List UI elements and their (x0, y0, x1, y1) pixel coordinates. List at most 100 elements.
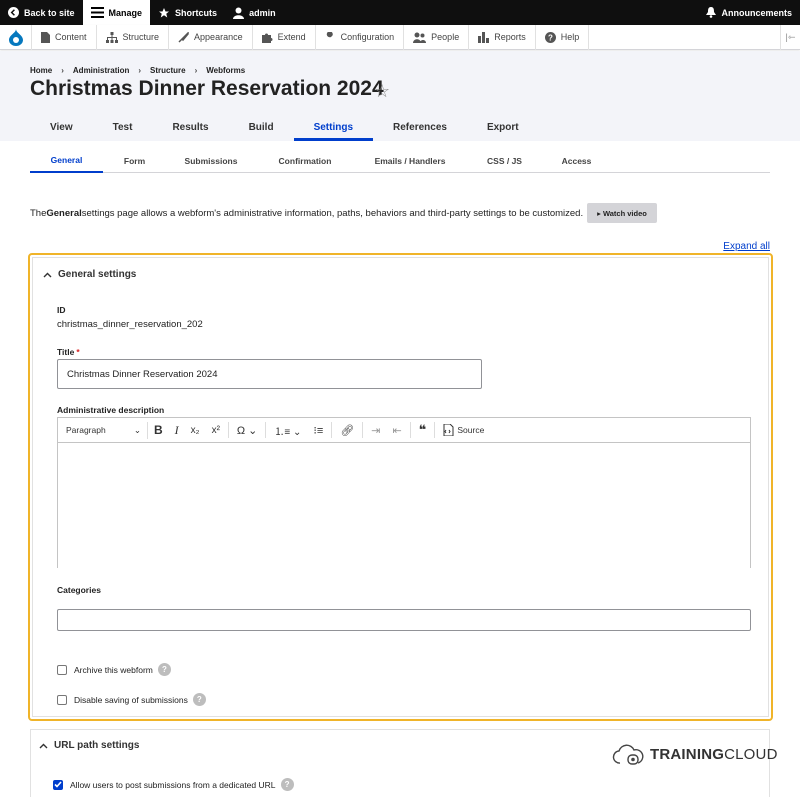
help-icon[interactable]: ? (192, 693, 206, 706)
breadcrumb-separator: › (61, 66, 64, 75)
checkmark-icon (54, 781, 62, 788)
title-label: Title * (57, 347, 80, 357)
user-tab[interactable]: admin (225, 0, 284, 25)
page-title: Christmas Dinner Reservation 2024 (30, 77, 384, 100)
tab-settings[interactable]: Settings (293, 113, 374, 141)
disable-saving-checkbox[interactable] (57, 694, 67, 705)
toolbar-divider (362, 422, 364, 438)
archive-checkbox[interactable] (57, 664, 67, 675)
source-label: Source (457, 425, 485, 435)
menu-configuration-label: Configuration (340, 32, 395, 42)
editor-content-area[interactable] (58, 443, 750, 568)
bulleted-list-icon[interactable]: ⁝≡ (307, 422, 329, 439)
allow-dedicated-url-checkbox[interactable] (53, 779, 63, 790)
watch-video-button[interactable]: ▸ Watch video (587, 203, 657, 223)
toolbar-divider (434, 422, 436, 438)
intro-pre: The (30, 207, 47, 219)
blockquote-icon[interactable]: ❝ (413, 422, 433, 439)
disable-saving-checkbox-row: Disable saving of submissions ? (57, 693, 206, 706)
toolbar-orientation-toggle[interactable]: |⇽ (780, 24, 800, 50)
link-icon[interactable]: 🔗︎ (334, 422, 360, 439)
superscript-icon[interactable]: x² (206, 422, 226, 439)
menu-content[interactable]: Content (32, 24, 97, 50)
menu-appearance[interactable]: Appearance (169, 24, 253, 50)
expand-all-link[interactable]: Expand all (723, 241, 770, 252)
user-label: admin (249, 7, 276, 18)
archive-label: Archive this webform (74, 664, 153, 675)
tab-export[interactable]: Export (467, 113, 539, 141)
breadcrumb-administration[interactable]: Administration (73, 66, 129, 75)
menu-extend[interactable]: Extend (253, 24, 316, 50)
categories-input[interactable] (57, 609, 751, 631)
trainingcloud-watermark: TRAINING CLOUD (612, 742, 778, 766)
menu-people[interactable]: People (404, 24, 470, 50)
source-button[interactable]: Source (437, 422, 490, 439)
document-icon (41, 31, 50, 43)
page-header: Home › Administration › Structure › Webf… (0, 51, 800, 141)
announcements-tab[interactable]: Announcements (698, 0, 800, 25)
shortcuts-label: Shortcuts (175, 7, 218, 18)
back-arrow-icon (8, 7, 19, 18)
breadcrumb-home[interactable]: Home (30, 66, 52, 75)
user-icon (233, 7, 245, 19)
primary-tabs: View Test Results Build Settings Referen… (30, 113, 539, 141)
intro-post: settings page allows a webform's adminis… (81, 207, 584, 219)
indent-icon[interactable]: ⇥ (365, 422, 386, 439)
tab-references[interactable]: References (373, 113, 467, 141)
subtab-general[interactable]: General (30, 148, 103, 173)
italic-icon[interactable]: I (169, 422, 185, 439)
menu-help[interactable]: ? Help (536, 24, 590, 50)
tab-view[interactable]: View (30, 113, 93, 141)
people-icon (413, 32, 427, 43)
title-input[interactable]: Christmas Dinner Reservation 2024 (57, 359, 482, 389)
archive-checkbox-row: Archive this webform ? (57, 663, 171, 676)
subscript-icon[interactable]: x₂ (185, 422, 206, 439)
subtab-css-js[interactable]: CSS / JS (466, 148, 543, 173)
url-path-settings-summary[interactable]: URL path settings (39, 740, 139, 751)
breadcrumb-structure[interactable]: Structure (150, 66, 186, 75)
editor-toolbar: Paragraph ⌄ B I x₂ x² Ω ⌄ ⒈≡ ⌄ ⁝≡ 🔗︎ ⇥ ⇤… (58, 418, 750, 443)
tab-results[interactable]: Results (152, 113, 228, 141)
menu-content-label: Content (55, 32, 87, 42)
bold-icon[interactable]: B (148, 422, 169, 439)
cloud-logo-icon (612, 744, 644, 765)
drupal-logo[interactable] (0, 24, 32, 50)
general-settings-summary[interactable]: General settings (43, 269, 136, 280)
back-to-site-link[interactable]: Back to site (0, 0, 83, 25)
numbered-list-icon[interactable]: ⒈≡ ⌄ (268, 422, 307, 439)
chevron-up-icon (43, 272, 52, 277)
subtab-confirmation[interactable]: Confirmation (256, 148, 354, 173)
hamburger-icon (90, 7, 104, 18)
help-circle-icon: ? (544, 31, 556, 43)
allow-dedicated-url-label: Allow users to post submissions from a d… (70, 779, 276, 790)
chevron-up-icon (39, 743, 48, 748)
shortcuts-tab[interactable]: Shortcuts (150, 0, 225, 25)
bell-icon (706, 7, 717, 18)
subtab-submissions[interactable]: Submissions (166, 148, 256, 173)
subtab-emails-handlers[interactable]: Emails / Handlers (354, 148, 466, 173)
outdent-icon[interactable]: ⇤ (387, 422, 408, 439)
breadcrumb: Home › Administration › Structure › Webf… (30, 66, 245, 75)
help-icon[interactable]: ? (280, 778, 294, 791)
manage-tab[interactable]: Manage (82, 0, 151, 25)
menu-configuration[interactable]: Configuration (316, 24, 405, 50)
help-icon[interactable]: ? (157, 663, 171, 676)
breadcrumb-webforms[interactable]: Webforms (206, 66, 245, 75)
menu-people-label: People (431, 32, 460, 42)
tab-build[interactable]: Build (229, 113, 294, 141)
subtab-form[interactable]: Form (103, 148, 166, 173)
subtab-access[interactable]: Access (543, 148, 610, 173)
general-settings-inner: General settings ID christmas_dinner_res… (32, 257, 769, 717)
admin-toolbar: Back to site Manage Shortcuts admin Anno… (0, 0, 800, 25)
breadcrumb-separator: › (194, 66, 198, 75)
menu-reports[interactable]: Reports (469, 24, 536, 50)
menu-structure[interactable]: Structure (97, 24, 170, 50)
chevron-down-icon: ⌄ (133, 424, 141, 435)
toolbar-divider (227, 422, 229, 438)
paragraph-format-dropdown[interactable]: Paragraph ⌄ (58, 421, 148, 439)
tab-test[interactable]: Test (93, 113, 153, 141)
back-to-site-label: Back to site (24, 7, 75, 18)
menu-extend-label: Extend (277, 32, 306, 42)
special-characters-icon[interactable]: Ω ⌄ (231, 422, 264, 439)
favorite-star-icon[interactable]: ☆ (374, 81, 390, 102)
